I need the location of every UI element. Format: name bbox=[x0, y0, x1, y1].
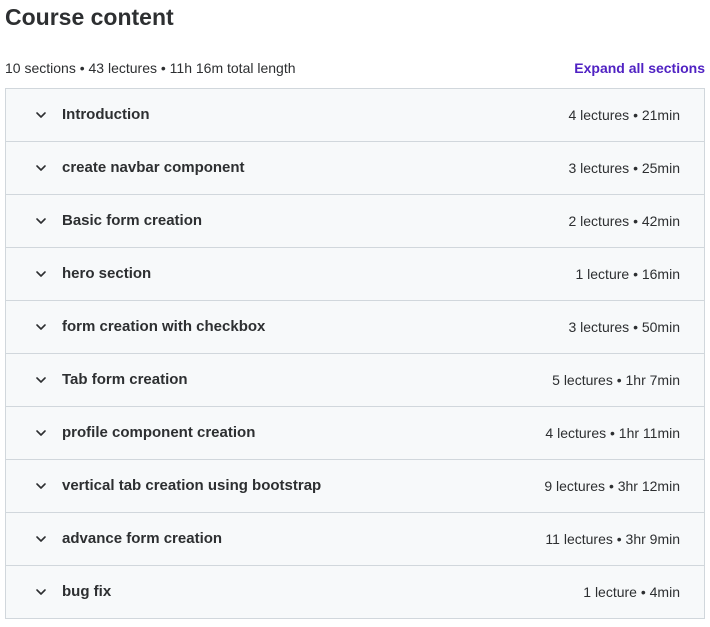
section-list: Introduction 4 lectures • 21min create n… bbox=[5, 88, 705, 619]
chevron-down-icon bbox=[34, 108, 48, 122]
section-meta: 9 lectures • 3hr 12min bbox=[544, 478, 680, 494]
expand-all-sections-button[interactable]: Expand all sections bbox=[574, 58, 705, 78]
section-title: vertical tab creation using bootstrap bbox=[62, 477, 322, 494]
chevron-down-icon bbox=[34, 161, 48, 175]
section-title: profile component creation bbox=[62, 424, 256, 441]
section-header[interactable]: advance form creation 11 lectures • 3hr … bbox=[6, 513, 704, 566]
section-header[interactable]: create navbar component 3 lectures • 25m… bbox=[6, 142, 704, 195]
page-title: Course content bbox=[5, 4, 174, 30]
chevron-down-icon bbox=[34, 320, 48, 334]
chevron-down-icon bbox=[34, 585, 48, 599]
section-meta: 11 lectures • 3hr 9min bbox=[545, 531, 680, 547]
chevron-down-icon bbox=[34, 267, 48, 281]
section-header[interactable]: Introduction 4 lectures • 21min bbox=[6, 89, 704, 142]
chevron-down-icon bbox=[34, 373, 48, 387]
section-title: Tab form creation bbox=[62, 371, 188, 388]
course-summary-row: 10 sections • 43 lectures • 11h 16m tota… bbox=[5, 58, 705, 78]
chevron-down-icon bbox=[34, 479, 48, 493]
section-title: bug fix bbox=[62, 583, 112, 600]
section-header[interactable]: bug fix 1 lecture • 4min bbox=[6, 566, 704, 618]
section-header[interactable]: profile component creation 4 lectures • … bbox=[6, 407, 704, 460]
section-title: Introduction bbox=[62, 106, 150, 123]
section-title: create navbar component bbox=[62, 159, 245, 176]
section-meta: 3 lectures • 50min bbox=[568, 319, 680, 335]
section-title: form creation with checkbox bbox=[62, 318, 266, 335]
section-header[interactable]: Basic form creation 2 lectures • 42min bbox=[6, 195, 704, 248]
section-header[interactable]: vertical tab creation using bootstrap 9 … bbox=[6, 460, 704, 513]
section-meta: 5 lectures • 1hr 7min bbox=[552, 372, 680, 388]
chevron-down-icon bbox=[34, 426, 48, 440]
course-summary: 10 sections • 43 lectures • 11h 16m tota… bbox=[5, 60, 296, 76]
section-header[interactable]: Tab form creation 5 lectures • 1hr 7min bbox=[6, 354, 704, 407]
section-meta: 1 lecture • 4min bbox=[583, 584, 680, 600]
section-header[interactable]: hero section 1 lecture • 16min bbox=[6, 248, 704, 301]
section-meta: 4 lectures • 21min bbox=[568, 107, 680, 123]
section-meta: 1 lecture • 16min bbox=[575, 266, 680, 282]
section-meta: 2 lectures • 42min bbox=[568, 213, 680, 229]
section-header[interactable]: form creation with checkbox 3 lectures •… bbox=[6, 301, 704, 354]
section-meta: 4 lectures • 1hr 11min bbox=[545, 425, 680, 441]
chevron-down-icon bbox=[34, 214, 48, 228]
chevron-down-icon bbox=[34, 532, 48, 546]
section-title: Basic form creation bbox=[62, 212, 203, 229]
section-title: hero section bbox=[62, 265, 152, 282]
section-meta: 3 lectures • 25min bbox=[568, 160, 680, 176]
section-title: advance form creation bbox=[62, 530, 223, 547]
